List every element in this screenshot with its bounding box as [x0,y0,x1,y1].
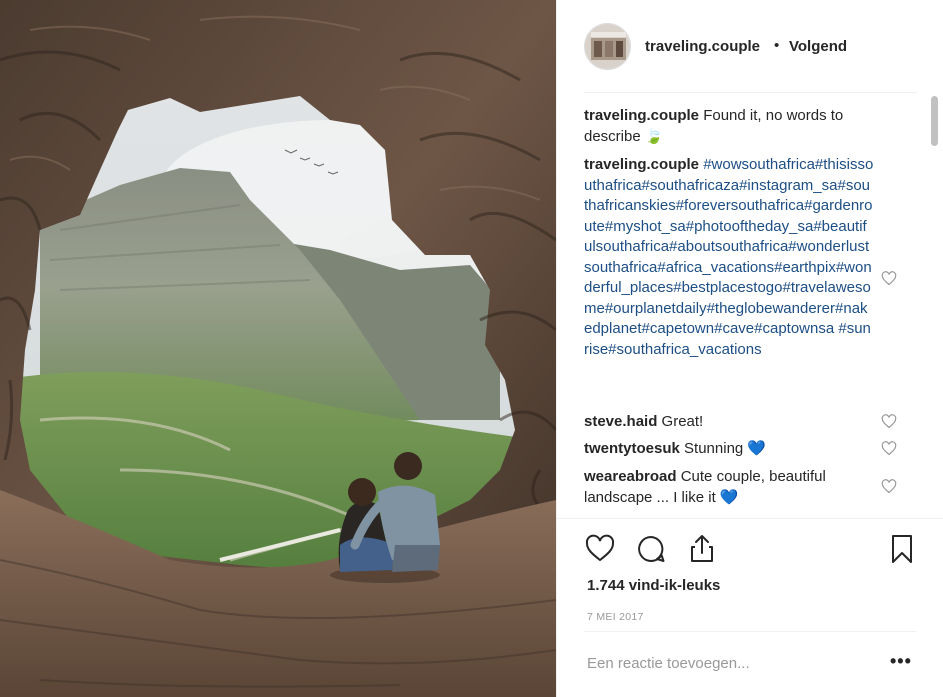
comment-like-heart-icon[interactable] [881,479,897,494]
post-side-panel: traveling.couple • Volgend traveling.cou… [556,0,943,697]
following-button[interactable]: Volgend [789,38,847,55]
header-separator: • [774,37,780,54]
comment: twentytoesuk Stunning 💙 [584,439,874,460]
comment-username[interactable]: traveling.couple [584,107,699,124]
share-upload-icon[interactable] [686,533,718,565]
post-header: traveling.couple • Volgend [557,0,943,93]
header-username[interactable]: traveling.couple [645,38,760,55]
comment: weareabroad Cute couple, beautiful lands… [584,467,874,508]
actions-divider [557,518,943,519]
hashtag-comment: traveling.couple #wowsouthafrica#thisiss… [584,155,874,360]
more-options-button[interactable]: ••• [890,651,912,672]
caption-comment: traveling.couple Found it, no words to d… [584,106,874,147]
add-comment-divider [584,631,916,632]
comment-username[interactable]: traveling.couple [584,156,699,173]
comment-username[interactable]: weareabroad [584,468,677,485]
comment-like-heart-icon[interactable] [881,441,897,456]
comment: steve.haid Great! [584,412,874,433]
comment-bubble-icon[interactable] [635,533,667,565]
heart-outline-icon[interactable] [584,533,616,565]
comment-text: Great! [661,413,704,430]
comments-scrollbar-thumb[interactable] [931,96,938,146]
comment-like-heart-icon[interactable] [881,414,897,429]
cave-mountain-image [0,0,556,697]
instagram-post: traveling.couple • Volgend traveling.cou… [0,0,943,697]
add-comment-input[interactable]: Een reactie toevoegen... [587,655,750,672]
comment-text: Stunning 💙 [684,440,767,457]
post-date[interactable]: 7 MEI 2017 [587,611,644,623]
hashtag-links[interactable]: #wowsouthafrica#thisissouthafrica#southa… [584,156,873,358]
post-photo[interactable] [0,0,556,697]
avatar[interactable] [584,23,631,70]
comment-username[interactable]: twentytoesuk [584,440,680,457]
likes-count[interactable]: 1.744 vind-ik-leuks [587,577,720,594]
bookmark-icon[interactable] [886,533,918,565]
comments-list[interactable]: traveling.couple Found it, no words to d… [557,93,943,518]
comment-like-heart-icon[interactable] [881,271,897,286]
comments-scrollbar-track[interactable] [929,93,941,518]
comment-username[interactable]: steve.haid [584,413,657,430]
